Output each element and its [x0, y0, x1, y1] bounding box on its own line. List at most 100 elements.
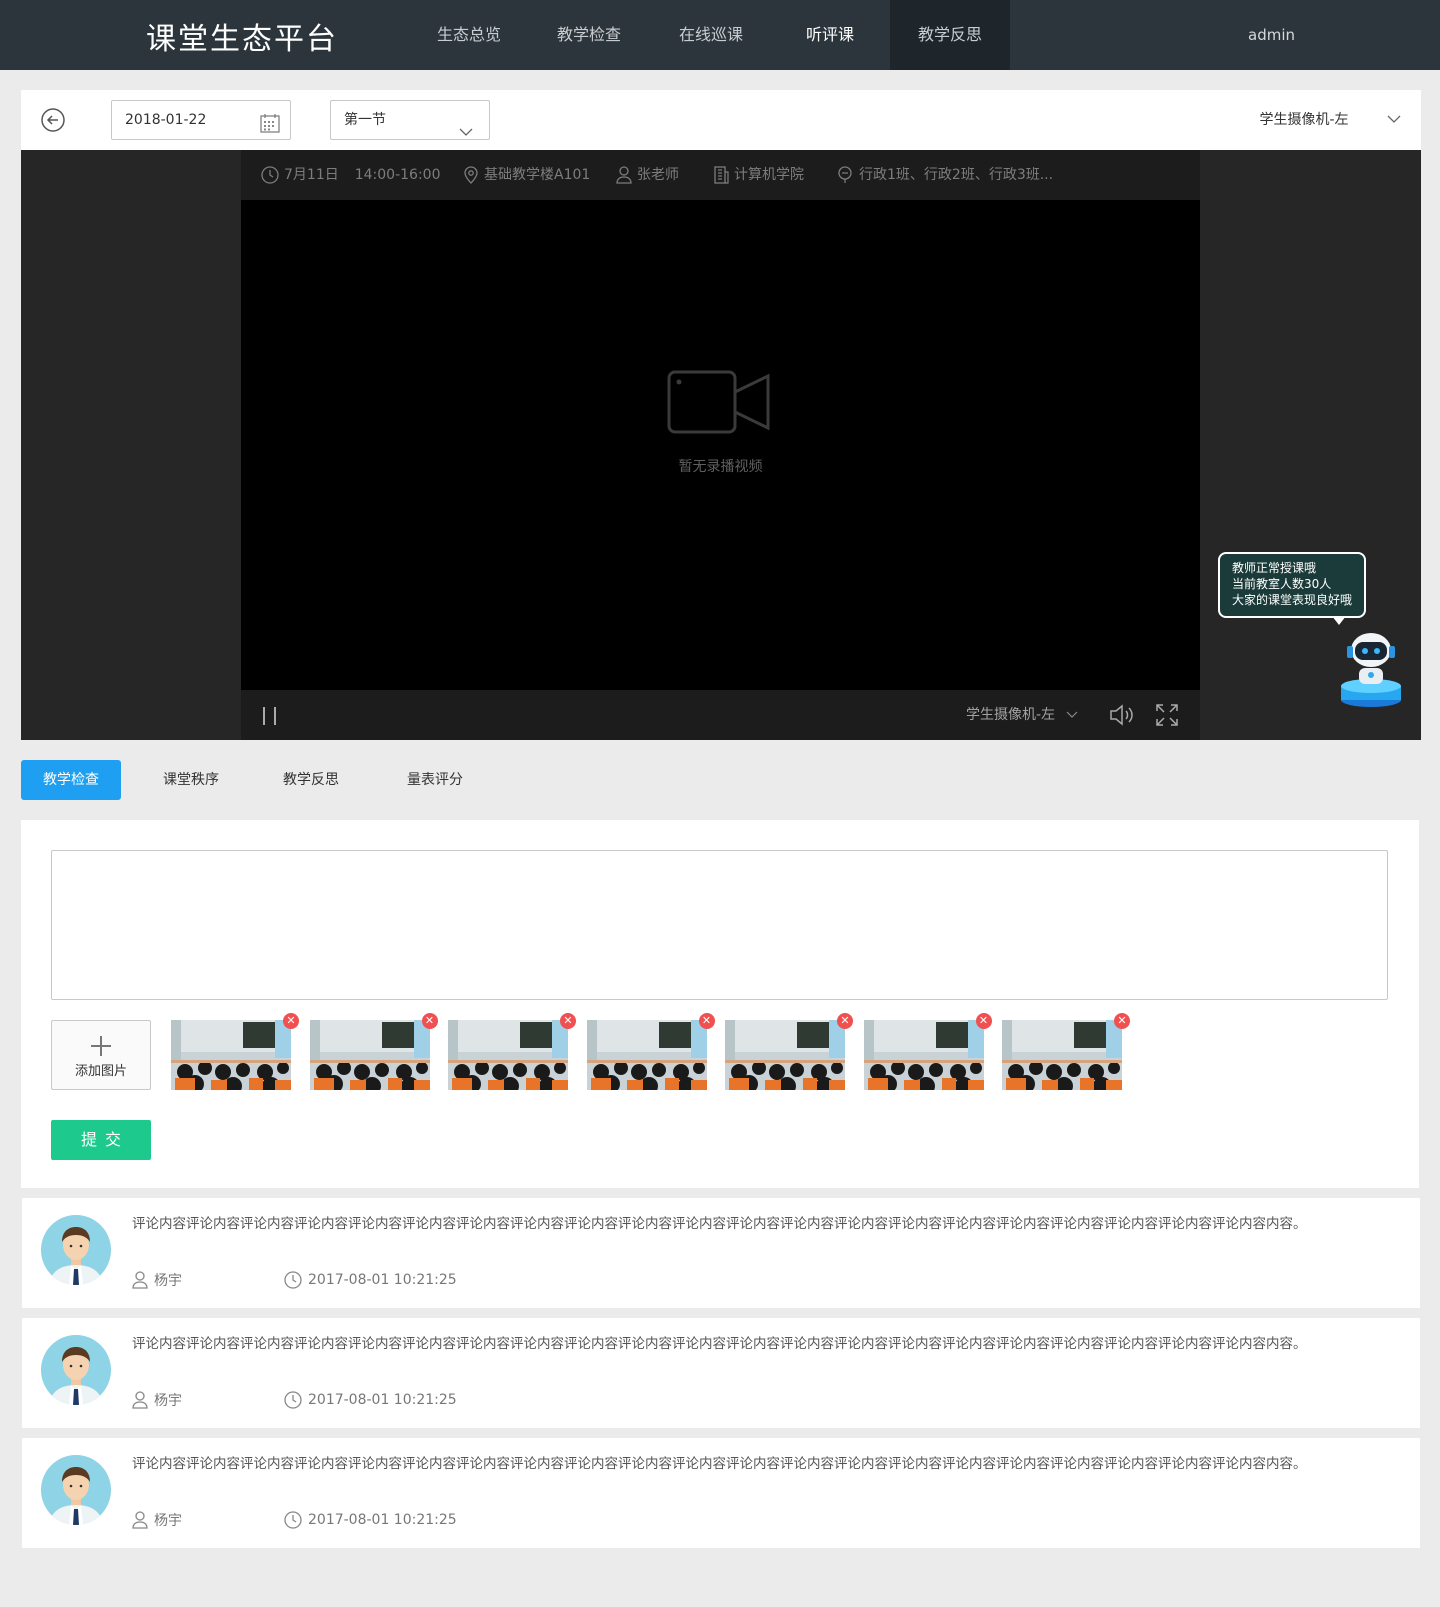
chevron-down-icon — [1066, 711, 1077, 718]
camera-select[interactable]: 学生摄像机-左 — [1259, 90, 1401, 150]
image-thumbnail[interactable]: ✕ — [1002, 1013, 1130, 1095]
comment-time-value: 2017-08-01 10:21:25 — [308, 1392, 457, 1408]
tab-scale-score[interactable]: 量表评分 — [385, 760, 485, 800]
nav-item-evaluation[interactable]: 听评课 — [770, 0, 890, 70]
nav-item-reflection[interactable]: 教学反思 — [890, 0, 1010, 70]
info-date: 7月11日 — [284, 167, 339, 183]
clock-icon — [284, 1271, 302, 1289]
comment-text: 评论内容评论内容评论内容评论内容评论内容评论内容评论内容评论内容评论内容评论内容… — [132, 1336, 1307, 1352]
date-picker[interactable]: 2018-01-22 — [111, 100, 291, 140]
comment-author: 杨宇 — [132, 1510, 284, 1530]
delete-image-icon[interactable]: ✕ — [698, 1013, 715, 1029]
comment-time-value: 2017-08-01 10:21:25 — [308, 1512, 457, 1528]
info-college-text: 计算机学院 — [734, 167, 804, 183]
comment-time: 2017-08-01 10:21:25 — [284, 1391, 457, 1409]
nav-item-overview[interactable]: 生态总览 — [409, 0, 529, 70]
user-name[interactable]: admin — [1248, 0, 1295, 70]
image-thumbnail[interactable]: ✕ — [586, 1013, 715, 1095]
robot-line-3: 大家的课堂表现良好哦 — [1232, 593, 1353, 607]
tab-reflection[interactable]: 教学反思 — [261, 760, 361, 800]
info-hours: 14:00-16:00 — [354, 167, 441, 183]
avatar — [41, 1335, 111, 1409]
info-classes: 行政1班、行政2班、行政3班... — [836, 150, 1053, 200]
image-thumbnail[interactable]: ✕ — [725, 1013, 853, 1095]
comment-author-name: 杨宇 — [154, 1393, 182, 1409]
classroom-photo — [309, 1020, 430, 1095]
classroom-photo — [725, 1020, 845, 1095]
volume-icon[interactable] — [1109, 704, 1135, 730]
comment-text: 评论内容评论内容评论内容评论内容评论内容评论内容评论内容评论内容评论内容评论内容… — [132, 1456, 1307, 1472]
comment-meta: 杨宇 2017-08-01 10:21:25 — [132, 1270, 457, 1290]
video-player-area: 7月11日 14:00-16:00 基础教学楼A101 张老师 计算机学院 行政… — [21, 150, 1421, 740]
info-teacher-text: 张老师 — [637, 167, 679, 183]
back-arrow-icon[interactable] — [41, 108, 65, 132]
comment-form: 添加图片 ✕ ✕ ✕ ✕ ✕ ✕ ✕ 提交 — [21, 820, 1419, 1188]
image-thumbnail[interactable]: ✕ — [448, 1013, 576, 1095]
video-camera-icon — [667, 368, 771, 440]
fullscreen-icon[interactable] — [1156, 704, 1178, 730]
avatar — [41, 1455, 111, 1529]
period-value: 第一节 — [344, 112, 386, 128]
calendar-icon[interactable] — [260, 110, 280, 148]
user-icon — [132, 1271, 148, 1289]
image-thumbnail[interactable]: ✕ — [309, 1013, 438, 1095]
comment-item: 评论内容评论内容评论内容评论内容评论内容评论内容评论内容评论内容评论内容评论内容… — [22, 1198, 1420, 1308]
comment-meta: 杨宇 2017-08-01 10:21:25 — [132, 1510, 457, 1530]
chevron-down-icon — [1387, 90, 1401, 150]
user-icon — [132, 1391, 148, 1409]
camera-select-value: 学生摄像机-左 — [1259, 112, 1349, 128]
info-college: 计算机学院 — [713, 150, 804, 200]
delete-image-icon[interactable]: ✕ — [421, 1013, 438, 1029]
user-icon — [616, 166, 632, 184]
pause-icon[interactable] — [261, 706, 279, 730]
clock-icon — [284, 1391, 302, 1409]
comment-item: 评论内容评论内容评论内容评论内容评论内容评论内容评论内容评论内容评论内容评论内容… — [22, 1438, 1420, 1548]
info-location: 基础教学楼A101 — [463, 150, 590, 200]
tab-inspection[interactable]: 教学检查 — [21, 760, 121, 800]
plus-icon — [91, 1036, 111, 1056]
comment-text: 评论内容评论内容评论内容评论内容评论内容评论内容评论内容评论内容评论内容评论内容… — [132, 1216, 1307, 1232]
delete-image-icon[interactable]: ✕ — [283, 1013, 299, 1029]
chevron-down-icon — [459, 114, 473, 152]
delete-image-icon[interactable]: ✕ — [560, 1013, 576, 1029]
class-icon — [838, 166, 852, 183]
app-logo: 课堂生态平台 — [146, 22, 338, 57]
image-thumbnail[interactable]: ✕ — [863, 1013, 992, 1095]
comment-time-value: 2017-08-01 10:21:25 — [308, 1272, 457, 1288]
add-image-label: 添加图片 — [74, 1064, 127, 1079]
comment-textarea[interactable] — [51, 850, 1388, 1000]
classroom-photo — [448, 1020, 568, 1095]
info-time: 7月11日 14:00-16:00 — [261, 150, 440, 200]
classroom-photo — [863, 1020, 984, 1095]
clock-icon — [261, 166, 279, 184]
player-controls: 学生摄像机-左 — [241, 690, 1200, 740]
delete-image-icon[interactable]: ✕ — [837, 1013, 853, 1029]
delete-image-icon[interactable]: ✕ — [1114, 1013, 1130, 1029]
robot-assistant-icon[interactable] — [1339, 624, 1403, 712]
user-icon — [132, 1511, 148, 1529]
comment-meta: 杨宇 2017-08-01 10:21:25 — [132, 1390, 457, 1410]
period-select[interactable]: 第一节 — [330, 100, 490, 140]
submit-button[interactable]: 提交 — [51, 1120, 151, 1160]
comment-author-name: 杨宇 — [154, 1513, 182, 1529]
comment-item: 评论内容评论内容评论内容评论内容评论内容评论内容评论内容评论内容评论内容评论内容… — [22, 1318, 1420, 1428]
tab-order[interactable]: 课堂秩序 — [141, 760, 241, 800]
delete-image-icon[interactable]: ✕ — [975, 1013, 992, 1029]
comment-author-name: 杨宇 — [154, 1273, 182, 1289]
top-navbar: 课堂生态平台 生态总览 教学检查 在线巡课 听评课 教学反思 admin — [0, 0, 1440, 70]
image-thumbnail[interactable]: ✕ — [171, 1013, 299, 1095]
info-teacher: 张老师 — [616, 150, 679, 200]
add-image-button[interactable]: 添加图片 — [51, 1020, 151, 1090]
info-location-text: 基础教学楼A101 — [484, 167, 591, 183]
robot-speech-bubble: 教师正常授课哦 当前教室人数30人 大家的课堂表现良好哦 — [1218, 552, 1366, 618]
classroom-photo — [1002, 1020, 1122, 1095]
camera-switch[interactable]: 学生摄像机-左 — [966, 690, 1078, 740]
comment-author: 杨宇 — [132, 1270, 284, 1290]
nav-item-patrol[interactable]: 在线巡课 — [651, 0, 771, 70]
classroom-photo — [586, 1020, 707, 1095]
no-video-text: 暂无录播视频 — [678, 459, 763, 475]
class-info-bar: 7月11日 14:00-16:00 基础教学楼A101 张老师 计算机学院 行政… — [241, 150, 1200, 200]
camera-switch-label: 学生摄像机-左 — [966, 707, 1056, 723]
video-screen[interactable]: 7月11日 14:00-16:00 基础教学楼A101 张老师 计算机学院 行政… — [241, 150, 1200, 740]
nav-item-inspection[interactable]: 教学检查 — [529, 0, 649, 70]
